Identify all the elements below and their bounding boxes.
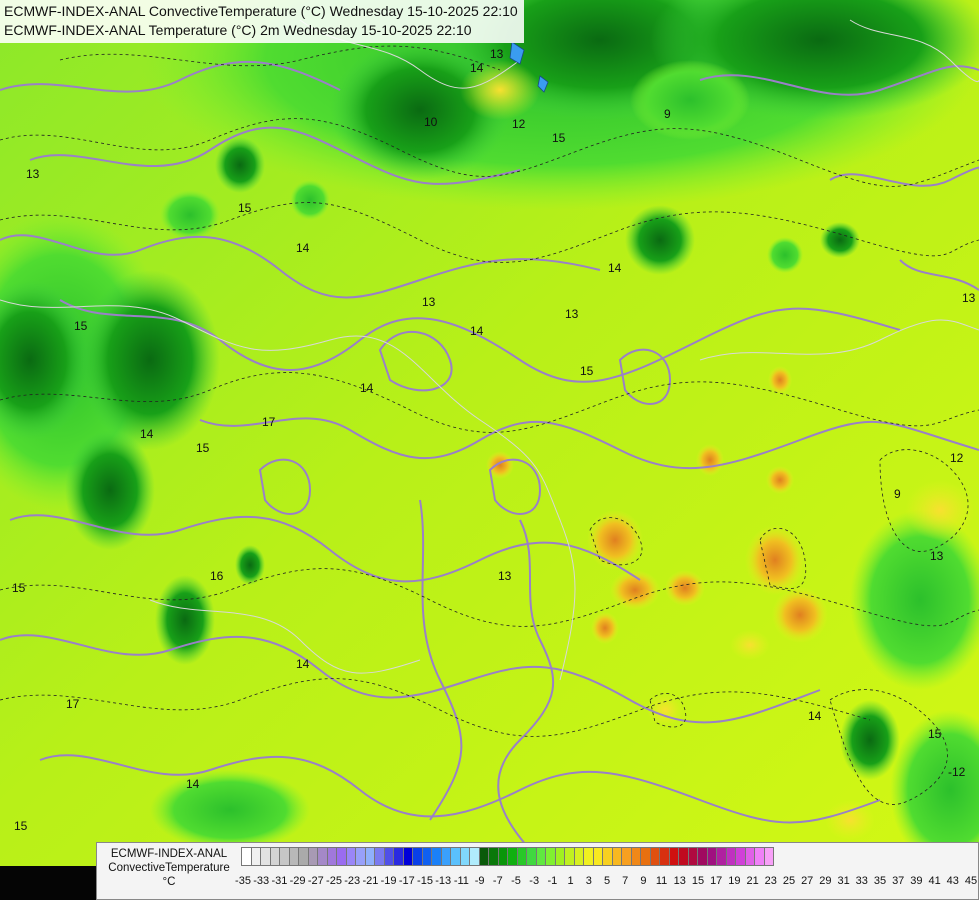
legend-tick-label: -25 bbox=[326, 875, 342, 887]
contour-label: 13 bbox=[930, 549, 944, 563]
legend-tick-label: 13 bbox=[673, 875, 686, 887]
legend-tick-label: 7 bbox=[622, 875, 629, 887]
legend-tick-label: 45 bbox=[964, 875, 978, 887]
legend-tick-label: -35 bbox=[235, 875, 251, 887]
legend-tick-label: -17 bbox=[398, 875, 415, 887]
legend-tick-label: 11 bbox=[655, 875, 668, 887]
title-line-2: ECMWF-INDEX-ANAL Temperature (°C) 2m Wed… bbox=[4, 22, 472, 38]
contour-label: 15 bbox=[196, 441, 210, 455]
legend-tick-label: 23 bbox=[764, 875, 777, 887]
legend-tick-label: 5 bbox=[603, 875, 611, 887]
legend-tick-label: 43 bbox=[946, 875, 959, 887]
contour-label: 14 bbox=[470, 324, 484, 338]
contour-label: 14 bbox=[808, 709, 822, 723]
map-title: ECMWF-INDEX-ANAL ConvectiveTemperature (… bbox=[0, 0, 524, 43]
legend-tick-label: 15 bbox=[691, 875, 705, 887]
legend-unit: °C bbox=[162, 876, 176, 888]
legend-tick-label: -9 bbox=[474, 875, 485, 887]
contour-label: 14 bbox=[296, 657, 310, 671]
legend-tick-label: 9 bbox=[640, 875, 647, 887]
color-legend: ECMWF-INDEX-ANAL ConvectiveTemperature °… bbox=[96, 842, 979, 900]
legend-title: ECMWF-INDEX-ANAL ConvectiveTemperature °… bbox=[101, 847, 237, 889]
legend-tick-label: -13 bbox=[435, 875, 452, 887]
legend-tick-label: 37 bbox=[892, 875, 905, 887]
legend-tick-label: 41 bbox=[928, 875, 941, 887]
legend-title-line-2: ConvectiveTemperature bbox=[108, 862, 230, 874]
legend-color-bar bbox=[241, 847, 774, 866]
legend-tick-label: -19 bbox=[380, 875, 397, 887]
contour-label: 13 bbox=[26, 167, 40, 181]
contour-label: 17 bbox=[262, 415, 276, 429]
legend-tick-label: -27 bbox=[307, 875, 324, 887]
contour-label: 9 bbox=[664, 107, 671, 121]
contour-label: 14 bbox=[296, 241, 310, 255]
legend-tick-label: 21 bbox=[746, 875, 759, 887]
contour-label: 13 bbox=[422, 295, 436, 309]
contour-label: 16 bbox=[210, 569, 224, 583]
contour-label: 14 bbox=[608, 261, 622, 275]
legend-tick-label: 3 bbox=[585, 875, 592, 887]
contour-label: 9 bbox=[894, 487, 901, 501]
legend-tick-label: -11 bbox=[453, 875, 469, 887]
legend-tick-label: 33 bbox=[855, 875, 868, 887]
contour-label: 15 bbox=[14, 819, 28, 833]
legend-tick-label: -31 bbox=[271, 875, 288, 887]
contour-label: 14 bbox=[140, 427, 154, 441]
map-corner-mask bbox=[0, 866, 96, 900]
legend-tick-label: 25 bbox=[782, 875, 796, 887]
legend-tick-label: 31 bbox=[837, 875, 850, 887]
contour-label: 13 bbox=[962, 291, 976, 305]
contour-label: 13 bbox=[565, 307, 579, 321]
legend-tick-label: -21 bbox=[362, 875, 379, 887]
legend-tick-label: 29 bbox=[819, 875, 832, 887]
legend-tick-label: -29 bbox=[289, 875, 306, 887]
contour-label: 15 bbox=[928, 727, 942, 741]
contour-label: 15 bbox=[238, 201, 252, 215]
legend-tick-label: 35 bbox=[873, 875, 887, 887]
contour-label: 14 bbox=[360, 381, 374, 395]
legend-tick-label: -33 bbox=[253, 875, 270, 887]
legend-swatch bbox=[763, 847, 774, 866]
contour-label: 13 bbox=[490, 47, 504, 61]
legend-tick-label: 19 bbox=[728, 875, 741, 887]
legend-tick-label: -1 bbox=[547, 875, 558, 887]
legend-tick-label: -15 bbox=[417, 875, 433, 887]
contour-label: 15 bbox=[580, 364, 594, 378]
weather-map: 1315141314151413151614151714151213141510… bbox=[0, 0, 979, 900]
legend-tick-label: -5 bbox=[511, 875, 521, 887]
contour-label: 14 bbox=[470, 61, 484, 75]
contour-label: 14 bbox=[186, 777, 200, 791]
contour-label: 12 bbox=[512, 117, 526, 131]
contour-label: 17 bbox=[66, 697, 80, 711]
legend-tick-label: 27 bbox=[801, 875, 814, 887]
contour-label: 15 bbox=[74, 319, 88, 333]
contour-label: 15 bbox=[552, 131, 566, 145]
legend-tick-label: 1 bbox=[567, 875, 574, 887]
legend-tick-label: 39 bbox=[910, 875, 923, 887]
title-line-1: ECMWF-INDEX-ANAL ConvectiveTemperature (… bbox=[4, 3, 518, 19]
contour-label: 12 bbox=[950, 451, 964, 465]
contour-label: 10 bbox=[424, 115, 438, 129]
contour-label: 15 bbox=[12, 581, 26, 595]
legend-tick-label: 17 bbox=[710, 875, 723, 887]
contour-label: -12 bbox=[948, 765, 966, 779]
legend-tick-label: -7 bbox=[492, 875, 503, 887]
legend-tick-labels: -35 -33 -31 -29 -27 -25 -23 -21 -19 -17 -15 -13 -11-… bbox=[235, 875, 978, 891]
contour-label: 13 bbox=[498, 569, 512, 583]
legend-tick-label: -23 bbox=[344, 875, 361, 887]
legend-title-line-1: ECMWF-INDEX-ANAL bbox=[110, 848, 228, 860]
legend-tick-label: -3 bbox=[529, 875, 540, 887]
